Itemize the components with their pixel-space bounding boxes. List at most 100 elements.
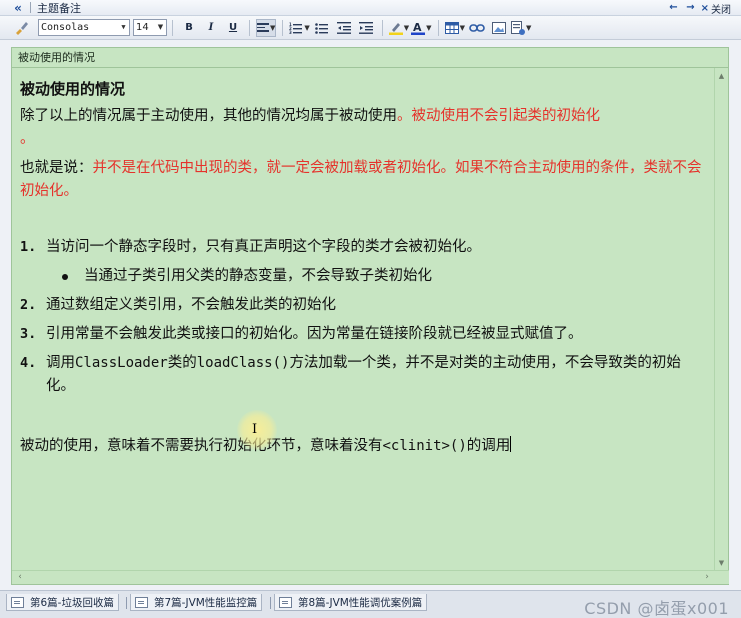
text-run: 调用 <box>46 355 75 371</box>
link-icon <box>469 23 485 32</box>
chevron-down-icon: ▼ <box>459 23 465 32</box>
chevron-down-icon: ▼ <box>121 23 126 31</box>
vertical-scrollbar[interactable]: ▲ ▼ <box>714 68 728 571</box>
title-divider <box>30 2 31 13</box>
sheet-icon <box>279 596 292 608</box>
close-icon: × <box>700 3 709 14</box>
toolbar-divider <box>282 19 284 36</box>
font-family-value: Consolas <box>41 22 90 33</box>
scroll-up-icon[interactable]: ▲ <box>715 70 728 82</box>
toolbar-divider <box>172 19 173 36</box>
text-run: 被动的使用，意味着不需要执行初始化环节，意味着没有 <box>20 438 383 454</box>
text-cursor-icon: I <box>252 422 258 437</box>
insert-template-button[interactable]: ▼ <box>510 19 531 37</box>
bold-button[interactable]: B <box>179 19 199 37</box>
watermark: CSDN @卤蛋x001 <box>584 599 729 618</box>
scroll-left-icon[interactable]: ‹ <box>14 571 26 584</box>
image-icon <box>491 21 506 34</box>
chevron-down-icon: ▼ <box>157 23 164 31</box>
note-content[interactable]: 被动使用的情况 除了以上的情况属于主动使用，其他的情况均属于被动使用。被动使用不… <box>20 78 704 458</box>
toolbar-divider <box>381 19 383 36</box>
note-navigation: ← → <box>667 1 697 14</box>
collapse-panel-icon[interactable]: « <box>10 1 26 15</box>
panel-title: 主题备注 <box>37 1 81 15</box>
decrease-indent-button[interactable] <box>334 19 354 37</box>
sheet-icon <box>11 596 24 608</box>
font-color-button[interactable]: A ▼ <box>411 19 432 37</box>
list-item-text: 通过数组定义类引用，不会触发此类的初始化 <box>46 297 336 313</box>
sheet-tab[interactable]: 第8篇-JVM性能调优案例篇 <box>274 594 428 611</box>
text-caret <box>510 436 512 452</box>
list-number: 1. <box>20 239 37 255</box>
sheet-tab-label: 第7篇-JVM性能监控篇 <box>154 596 258 609</box>
clear-format-brush-icon[interactable] <box>12 19 30 37</box>
list-item: 2. 通过数组定义类引用，不会触发此类的初始化 <box>20 294 704 317</box>
sheet-tab-label: 第8篇-JVM性能调优案例篇 <box>298 596 423 609</box>
sheet-tab[interactable]: 第6篇-垃圾回收篇 <box>6 594 119 611</box>
code-classloader: ClassLoader <box>75 355 168 371</box>
font-color-icon: A <box>411 21 426 35</box>
font-family-select[interactable]: Consolas ▼ <box>38 19 130 36</box>
scroll-right-icon[interactable]: › <box>701 571 713 584</box>
list-item-text: 调用ClassLoader类的loadClass()方法加载一个类，并不是对类的… <box>46 352 704 398</box>
bullet-icon <box>62 274 68 280</box>
sheet-tab-label: 第6篇-垃圾回收篇 <box>30 596 114 609</box>
note-editor[interactable]: 被动使用的情况 除了以上的情况属于主动使用，其他的情况均属于被动使用。被动使用不… <box>11 67 729 585</box>
text-run: 的调用 <box>466 438 511 454</box>
chevron-down-icon: ▼ <box>403 23 410 32</box>
paragraph-emphasis: 。被动使用不会引起类的初始化 <box>397 108 600 124</box>
bullet-list-icon <box>314 22 328 34</box>
code-loadclass: loadClass() <box>196 355 290 371</box>
sheet-icon <box>135 596 148 608</box>
format-toolbar: Consolas ▼ 14 ▼ B I U ▼ 123 ▼ ▼ A ▼ ▼ ▼ <box>0 16 741 40</box>
numbered-list-button[interactable]: 123 ▼ <box>289 19 309 37</box>
sub-list-item: 当通过子类引用父类的静态变量，不会导致子类初始化 <box>20 265 704 288</box>
sheet-tab[interactable]: 第7篇-JVM性能监控篇 <box>130 594 263 611</box>
template-icon <box>510 20 525 35</box>
list-item: 4. 调用ClassLoader类的loadClass()方法加载一个类，并不是… <box>20 352 704 398</box>
paragraph-text: 除了以上的情况属于主动使用，其他的情况均属于被动使用 <box>20 108 397 124</box>
list-number: 2. <box>20 297 37 313</box>
chevron-down-icon: ▼ <box>304 23 310 32</box>
toolbar-divider <box>249 19 250 36</box>
horizontal-scrollbar[interactable]: ‹ › <box>12 570 729 584</box>
chevron-down-icon: ▼ <box>426 23 432 32</box>
note-title-bar: 被动使用的情况 <box>11 47 729 67</box>
paragraph-emphasis: 。 <box>20 131 35 147</box>
align-left-button[interactable]: ▼ <box>256 18 277 37</box>
paragraph-conclusion: 被动的使用，意味着不需要执行初始化环节，意味着没有<clinit>()的调用 <box>20 435 704 458</box>
tab-divider <box>126 597 127 609</box>
highlight-color-button[interactable]: ▼ <box>388 19 410 37</box>
next-note-icon[interactable]: → <box>684 1 697 14</box>
highlighter-icon <box>388 22 403 35</box>
list-item: 1. 当访问一个静态字段时，只有真正声明这个字段的类才会被初始化。 <box>20 236 704 259</box>
text-run: 类的 <box>167 355 197 371</box>
increase-indent-icon <box>358 21 373 34</box>
note-heading: 被动使用的情况 <box>20 80 126 98</box>
italic-button[interactable]: I <box>201 19 221 37</box>
sub-list-item-text: 当通过子类引用父类的静态变量，不会导致子类初始化 <box>84 268 432 284</box>
paragraph-explanation: 也就是说：并不是在代码中出现的类，就一定会被加载或者初始化。如果不符合主动使用的… <box>20 157 704 203</box>
close-panel-button[interactable]: × 关闭 <box>701 1 731 16</box>
underline-button[interactable]: U <box>223 19 243 37</box>
insert-image-button[interactable] <box>489 19 509 37</box>
toolbar-divider <box>437 19 439 36</box>
svg-text:A: A <box>413 21 422 34</box>
font-size-value: 14 <box>136 22 149 33</box>
font-size-select[interactable]: 14 ▼ <box>133 19 167 36</box>
insert-link-button[interactable] <box>467 19 487 37</box>
list-item: 3. 引用常量不会触发此类或接口的初始化。因为常量在链接阶段就已经被显式赋值了。 <box>20 323 704 346</box>
close-label: 关闭 <box>711 5 731 16</box>
code-clinit: <clinit>() <box>382 438 467 454</box>
previous-note-icon[interactable]: ← <box>667 1 680 14</box>
scroll-down-icon[interactable]: ▼ <box>715 557 728 569</box>
paragraph-emphasis: 并不是在代码中出现的类，就一定会被加载或者初始化。如果不符合主动使用的条件，类就… <box>20 160 702 199</box>
increase-indent-button[interactable] <box>356 19 376 37</box>
bullet-list-button[interactable] <box>312 19 332 37</box>
insert-table-button[interactable]: ▼ <box>444 19 465 37</box>
list-item-text: 当访问一个静态字段时，只有真正声明这个字段的类才会被初始化。 <box>46 239 481 255</box>
list-number: 4. <box>20 355 37 371</box>
table-icon <box>444 21 459 34</box>
tab-divider <box>270 597 271 609</box>
